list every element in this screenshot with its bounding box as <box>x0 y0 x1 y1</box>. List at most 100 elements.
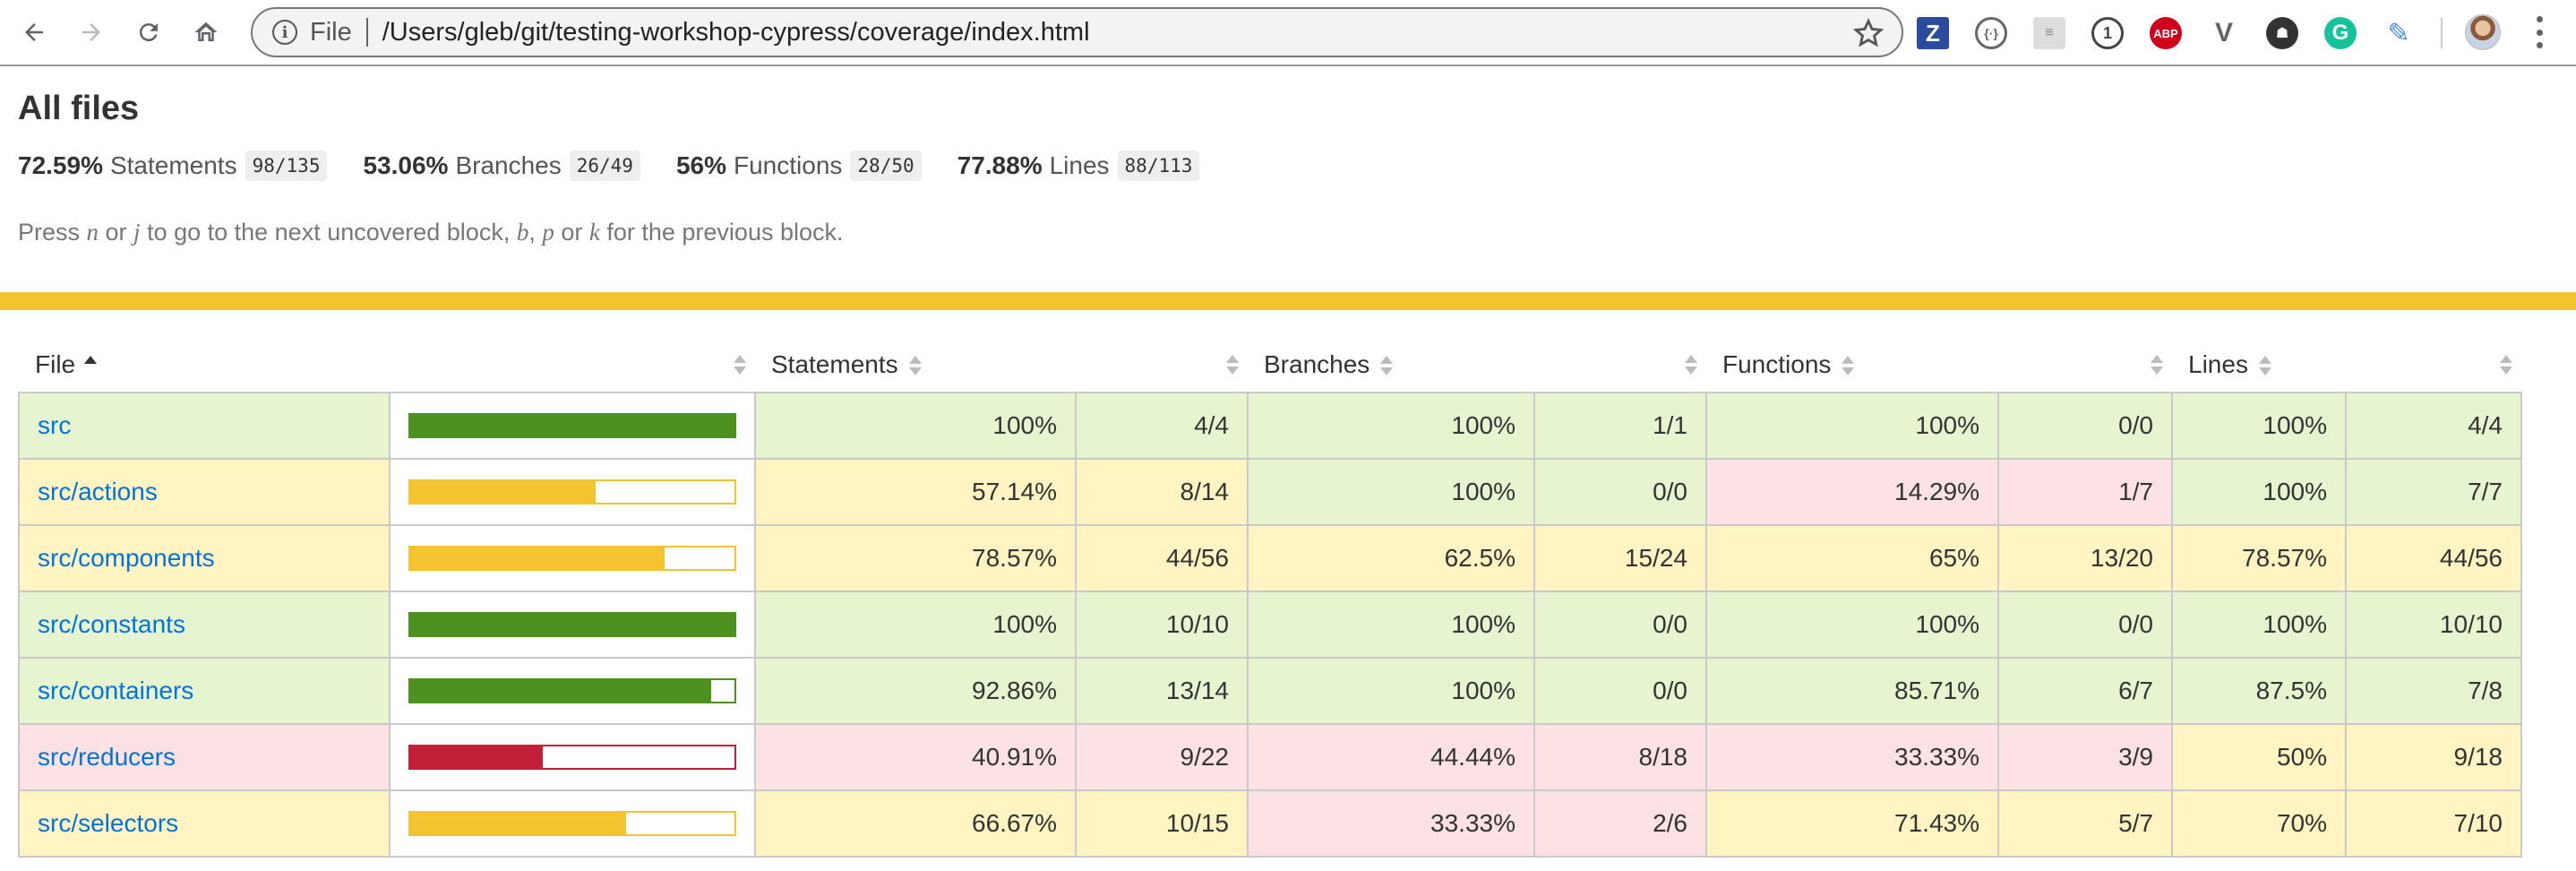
functions-fraction-cell: 13/20 <box>1997 524 2173 592</box>
statements-fraction-cell: 9/22 <box>1075 723 1249 791</box>
coverage-table-body: src 100% 4/4 100% 1/1 100% 0/0 100% 4/4 src/actio… <box>18 392 2522 858</box>
bug-extension-icon[interactable]: ☗ <box>2266 17 2298 49</box>
summary-pct: 53.06% <box>363 151 449 179</box>
coverage-bar <box>408 546 736 571</box>
header-functions[interactable]: Functions <box>1706 337 1998 392</box>
file-link[interactable]: src/actions <box>38 478 158 505</box>
sort-icon <box>1380 356 1394 376</box>
functions-pct-cell: 33.33% <box>1705 723 1999 791</box>
file-link[interactable]: src/reducers <box>38 743 176 771</box>
header-lines-raw[interactable] <box>2346 337 2521 392</box>
file-cell: src/actions <box>18 458 391 526</box>
browser-menu-icon[interactable] <box>2535 16 2544 48</box>
file-cell: src/components <box>18 524 391 592</box>
header-functions-raw[interactable] <box>1998 337 2172 392</box>
file-link[interactable]: src/constants <box>38 610 185 638</box>
summary-pct: 56% <box>675 151 726 179</box>
header-statements[interactable]: Statements <box>755 337 1076 392</box>
header-statements-raw[interactable] <box>1076 337 1248 392</box>
password-extension-icon[interactable]: 1 <box>2091 17 2124 49</box>
json-viewer-extension-icon[interactable]: {·} <box>1975 17 2007 49</box>
header-lines[interactable]: Lines <box>2172 337 2346 392</box>
coverage-bar-fill <box>410 614 734 635</box>
branches-pct-cell: 33.33% <box>1247 789 1535 858</box>
lines-pct-cell: 100% <box>2171 392 2347 460</box>
grammarly-extension-icon[interactable]: G <box>2324 17 2357 49</box>
statements-pct-cell: 66.67% <box>754 789 1077 858</box>
page-title: All files <box>18 90 140 127</box>
lines-pct-cell: 87.5% <box>2171 657 2347 725</box>
summary-statements: 72.59% Statements 98/135 <box>18 151 328 181</box>
file-link[interactable]: src/components <box>38 544 215 572</box>
branches-fraction-cell: 0/0 <box>1533 657 1707 725</box>
lines-pct-cell: 100% <box>2171 458 2347 526</box>
statements-fraction-cell: 10/15 <box>1075 789 1249 858</box>
coverage-bar <box>408 811 736 836</box>
profile-avatar[interactable] <box>2465 14 2501 50</box>
sort-icon <box>734 355 746 375</box>
header-file-bar[interactable] <box>390 337 755 392</box>
reload-icon <box>139 23 158 42</box>
branches-fraction-cell: 8/18 <box>1533 723 1707 791</box>
functions-fraction-cell: 1/7 <box>1997 458 2173 526</box>
pen-extension-icon[interactable]: ✎ <box>2383 17 2415 49</box>
statements-fraction-cell: 10/10 <box>1075 591 1249 659</box>
statements-pct-cell: 78.57% <box>754 524 1077 592</box>
statements-pct-cell: 100% <box>754 591 1077 659</box>
zotero-extension-icon[interactable]: Z <box>1917 17 1949 49</box>
file-link[interactable]: src/selectors <box>38 809 178 837</box>
header-branches-raw[interactable] <box>1534 337 1706 392</box>
branches-fraction-cell: 2/6 <box>1533 789 1707 858</box>
branches-pct-cell: 100% <box>1247 657 1535 725</box>
lines-fraction-cell: 44/56 <box>2345 524 2522 592</box>
adblock-extension-icon[interactable]: ABP <box>2150 17 2182 49</box>
sort-icon <box>1685 355 1697 375</box>
functions-pct-cell: 100% <box>1705 591 1999 659</box>
functions-pct-cell: 100% <box>1705 392 1999 460</box>
functions-fraction-cell: 5/7 <box>1997 789 2173 858</box>
vue-devtools-extension-icon[interactable]: V <box>2208 17 2240 49</box>
forward-button[interactable] <box>75 16 107 48</box>
file-cell: src <box>18 392 391 460</box>
header-branches[interactable]: Branches <box>1248 337 1534 392</box>
arrow-right-icon <box>82 23 100 41</box>
table-row: src/selectors 66.67% 10/15 33.33% 2/6 71.43% 5… <box>18 789 2522 858</box>
coverage-bar-cell <box>389 723 756 791</box>
file-link[interactable]: src/containers <box>38 677 193 704</box>
info-icon[interactable]: i <box>272 20 297 45</box>
summary-pct: 77.88% <box>957 151 1043 179</box>
statements-fraction-cell: 44/56 <box>1075 524 1249 592</box>
keyboard-help: Press n or j to go to the next uncovered… <box>18 219 844 246</box>
home-icon <box>194 22 218 41</box>
back-button[interactable] <box>18 16 50 48</box>
table-row: src/components 78.57% 44/56 62.5% 15/24 65% 13… <box>18 524 2522 592</box>
header-file[interactable]: File <box>19 337 390 392</box>
branches-pct-cell: 62.5% <box>1247 524 1535 592</box>
statements-pct-cell: 92.86% <box>754 657 1077 725</box>
table-header-row: File Statements Branches Functions Lines <box>19 337 2521 392</box>
functions-fraction-cell: 6/7 <box>1997 657 2173 725</box>
branches-pct-cell: 100% <box>1247 591 1535 659</box>
toolbar-divider <box>2441 18 2443 48</box>
summary-label: Statements <box>109 151 237 179</box>
bookmark-star-icon[interactable] <box>1853 18 1884 48</box>
document-extension-icon[interactable]: ≡ <box>2033 17 2065 49</box>
sort-icon <box>2151 355 2163 375</box>
address-bar[interactable]: i File /Users/gleb/git/testing-workshop-… <box>251 7 1903 57</box>
extensions-area: Z {·} ≡ 1 ABP V ☗ G ✎ <box>1917 13 2441 54</box>
lines-fraction-cell: 7/7 <box>2345 458 2522 526</box>
reload-button[interactable] <box>133 16 165 48</box>
functions-fraction-cell: 0/0 <box>1997 392 2173 460</box>
summary-fraction: 98/135 <box>245 151 328 181</box>
lines-pct-cell: 50% <box>2171 723 2347 791</box>
summary-label: Functions <box>734 151 843 179</box>
coverage-bar-cell <box>389 524 756 592</box>
file-cell: src/containers <box>18 657 391 725</box>
file-link[interactable]: src <box>38 411 71 439</box>
url-text[interactable]: /Users/gleb/git/testing-workshop-cypress… <box>382 18 1090 47</box>
coverage-header: All files 72.59% Statements 98/135 53.06… <box>0 66 2576 246</box>
branches-pct-cell: 100% <box>1247 392 1535 460</box>
home-button[interactable] <box>190 16 222 48</box>
summary-branches: 53.06% Branches 26/49 <box>363 151 640 181</box>
lines-fraction-cell: 10/10 <box>2345 591 2522 659</box>
